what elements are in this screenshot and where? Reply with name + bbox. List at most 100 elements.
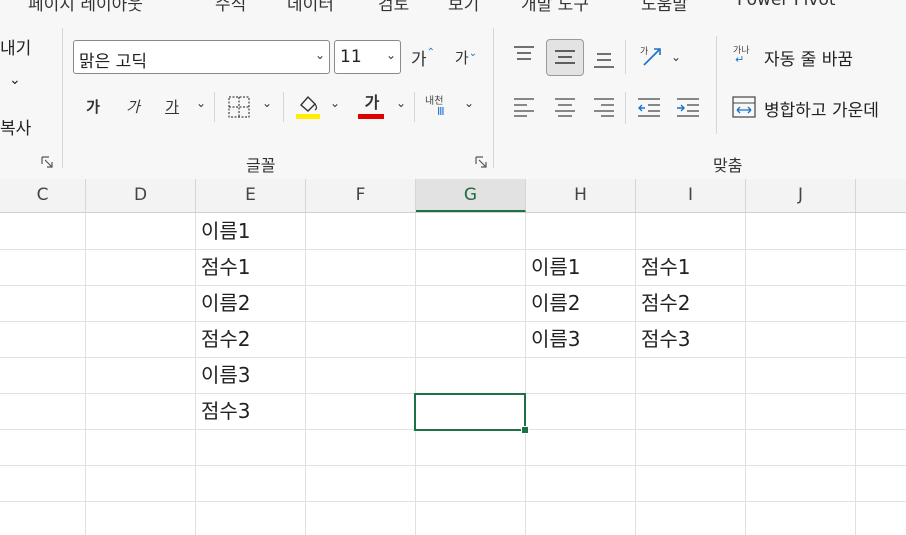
gridline xyxy=(0,357,906,358)
font-color-button[interactable]: 가 xyxy=(359,90,385,112)
cell-e4[interactable]: 점수2 xyxy=(196,321,306,357)
fill-handle[interactable] xyxy=(521,426,529,434)
phonetic-icon: Ⅲ xyxy=(437,105,445,118)
align-right-icon[interactable] xyxy=(593,97,615,117)
align-left-icon[interactable] xyxy=(513,97,535,117)
cell-h2[interactable]: 이름1 xyxy=(526,249,636,285)
cell-i3[interactable]: 점수2 xyxy=(636,285,746,321)
underline-button[interactable]: 가 xyxy=(159,93,185,119)
wrap-text-button[interactable]: 가나 ↵ 자동 줄 바꿈 xyxy=(731,43,906,73)
align-top-icon[interactable] xyxy=(513,45,535,63)
align-center-icon[interactable] xyxy=(554,97,576,117)
wrap-arrow-icon: ↵ xyxy=(735,53,745,66)
cell-e2[interactable]: 점수1 xyxy=(196,249,306,285)
column-header-c[interactable]: C xyxy=(0,179,86,212)
separator xyxy=(283,92,284,122)
bold-button[interactable]: 가 xyxy=(80,93,106,119)
tab-view[interactable]: 보기 xyxy=(448,0,479,14)
cell-e1[interactable]: 이름1 xyxy=(196,213,306,249)
chevron-down-icon: ⌄ xyxy=(385,48,396,62)
column-header-e[interactable]: E xyxy=(196,179,306,212)
decrease-font-size-button[interactable]: 가 ⌄ xyxy=(449,42,483,72)
cell-i4[interactable]: 점수3 xyxy=(636,321,746,357)
column-header-g[interactable]: G xyxy=(416,179,526,212)
clipboard-dialog-launcher-icon[interactable] xyxy=(41,156,53,168)
gridline xyxy=(855,213,856,535)
paste-dropdown-icon[interactable]: ⌄ xyxy=(9,72,21,88)
font-color-dropdown-icon[interactable]: ⌄ xyxy=(396,96,406,110)
borders-dropdown-icon[interactable]: ⌄ xyxy=(262,96,272,110)
tab-formulas[interactable]: 수식 xyxy=(215,0,246,14)
font-name-dropdown[interactable]: 맑은 고딕 ⌄ xyxy=(73,40,330,74)
align-middle-button[interactable] xyxy=(546,39,584,76)
chevron-down-icon: ⌄ xyxy=(314,48,325,62)
tab-page-layout[interactable]: 페이지 레이아웃 xyxy=(28,0,143,14)
gridline xyxy=(0,321,906,322)
cell-e3[interactable]: 이름2 xyxy=(196,285,306,321)
separator xyxy=(716,36,717,134)
group-separator xyxy=(62,28,63,168)
increase-font-size-button[interactable]: 가 ⌃ xyxy=(406,42,440,72)
phonetic-dropdown-icon[interactable]: ⌄ xyxy=(464,96,474,110)
align-bottom-icon[interactable] xyxy=(593,49,615,69)
gridline xyxy=(415,213,416,535)
fill-color-dropdown-icon[interactable]: ⌄ xyxy=(330,96,340,110)
tab-developer[interactable]: 개발 도구 xyxy=(521,0,589,14)
tab-data[interactable]: 데이터 xyxy=(287,0,334,14)
gridline xyxy=(0,501,906,502)
gridline xyxy=(0,465,906,466)
alignment-group-label: 맞춤 xyxy=(713,156,743,175)
orientation-dropdown-icon[interactable]: ⌄ xyxy=(671,50,681,64)
font-color-swatch xyxy=(358,114,384,119)
cell-e5[interactable]: 이름3 xyxy=(196,357,306,393)
separator xyxy=(625,92,626,124)
separator xyxy=(214,92,215,122)
selected-cell[interactable] xyxy=(414,393,526,431)
copy-button-label[interactable]: 복사 xyxy=(0,114,31,139)
wrap-text-label: 자동 줄 바꿈 xyxy=(764,50,854,70)
fill-color-icon[interactable] xyxy=(295,93,321,121)
column-header-f[interactable]: F xyxy=(306,179,416,212)
gridline xyxy=(0,249,906,250)
paste-button-label[interactable]: 내기 xyxy=(0,34,31,59)
cell-h4[interactable]: 이름3 xyxy=(526,321,636,357)
orientation-icon[interactable]: 가 xyxy=(638,43,664,69)
align-middle-icon xyxy=(555,50,575,64)
ribbon: 페이지 레이아웃 수식 데이터 검토 보기 개발 도구 도움말 Power Pi… xyxy=(0,0,906,179)
arrow-up-icon: ⌃ xyxy=(426,46,436,58)
separator xyxy=(625,40,626,74)
font-dialog-launcher-icon[interactable] xyxy=(475,156,487,168)
tab-review[interactable]: 검토 xyxy=(378,0,409,14)
decrease-font-label: 가 xyxy=(454,48,469,67)
font-size-value: 11 xyxy=(340,47,362,67)
tab-help[interactable]: 도움말 xyxy=(641,0,688,14)
gridline xyxy=(85,213,86,535)
separator xyxy=(414,92,415,122)
font-name-value: 맑은 고딕 xyxy=(79,52,147,72)
font-size-dropdown[interactable]: 11 ⌄ xyxy=(334,40,401,74)
underline-dropdown-icon[interactable]: ⌄ xyxy=(196,96,206,110)
cell-e6[interactable]: 점수3 xyxy=(196,393,306,429)
column-header-j[interactable]: J xyxy=(746,179,856,212)
merge-center-icon xyxy=(732,96,756,118)
column-header-h[interactable]: H xyxy=(526,179,636,212)
gridline xyxy=(0,285,906,286)
borders-icon[interactable] xyxy=(227,95,251,119)
group-separator xyxy=(493,28,494,168)
svg-text:가: 가 xyxy=(640,46,648,57)
increase-indent-icon[interactable] xyxy=(676,97,700,117)
column-header-i[interactable]: I xyxy=(636,179,746,212)
ribbon-tab-strip: 페이지 레이아웃 수식 데이터 검토 보기 개발 도구 도움말 Power Pi… xyxy=(0,0,906,14)
merge-center-button[interactable]: 병합하고 가운데 xyxy=(731,93,906,123)
cell-i2[interactable]: 점수1 xyxy=(636,249,746,285)
tab-power-pivot[interactable]: Power Pivot xyxy=(737,0,836,10)
column-header-row: C D E F G H I J xyxy=(0,179,906,213)
font-group-label: 글꼴 xyxy=(246,156,276,175)
increase-font-label: 가 xyxy=(410,49,427,70)
arrow-down-icon: ⌄ xyxy=(468,47,478,59)
italic-button[interactable]: 가 xyxy=(120,93,146,119)
column-header-d[interactable]: D xyxy=(86,179,196,212)
merge-center-label: 병합하고 가운데 xyxy=(764,101,879,121)
decrease-indent-icon[interactable] xyxy=(637,97,661,117)
cell-h3[interactable]: 이름2 xyxy=(526,285,636,321)
